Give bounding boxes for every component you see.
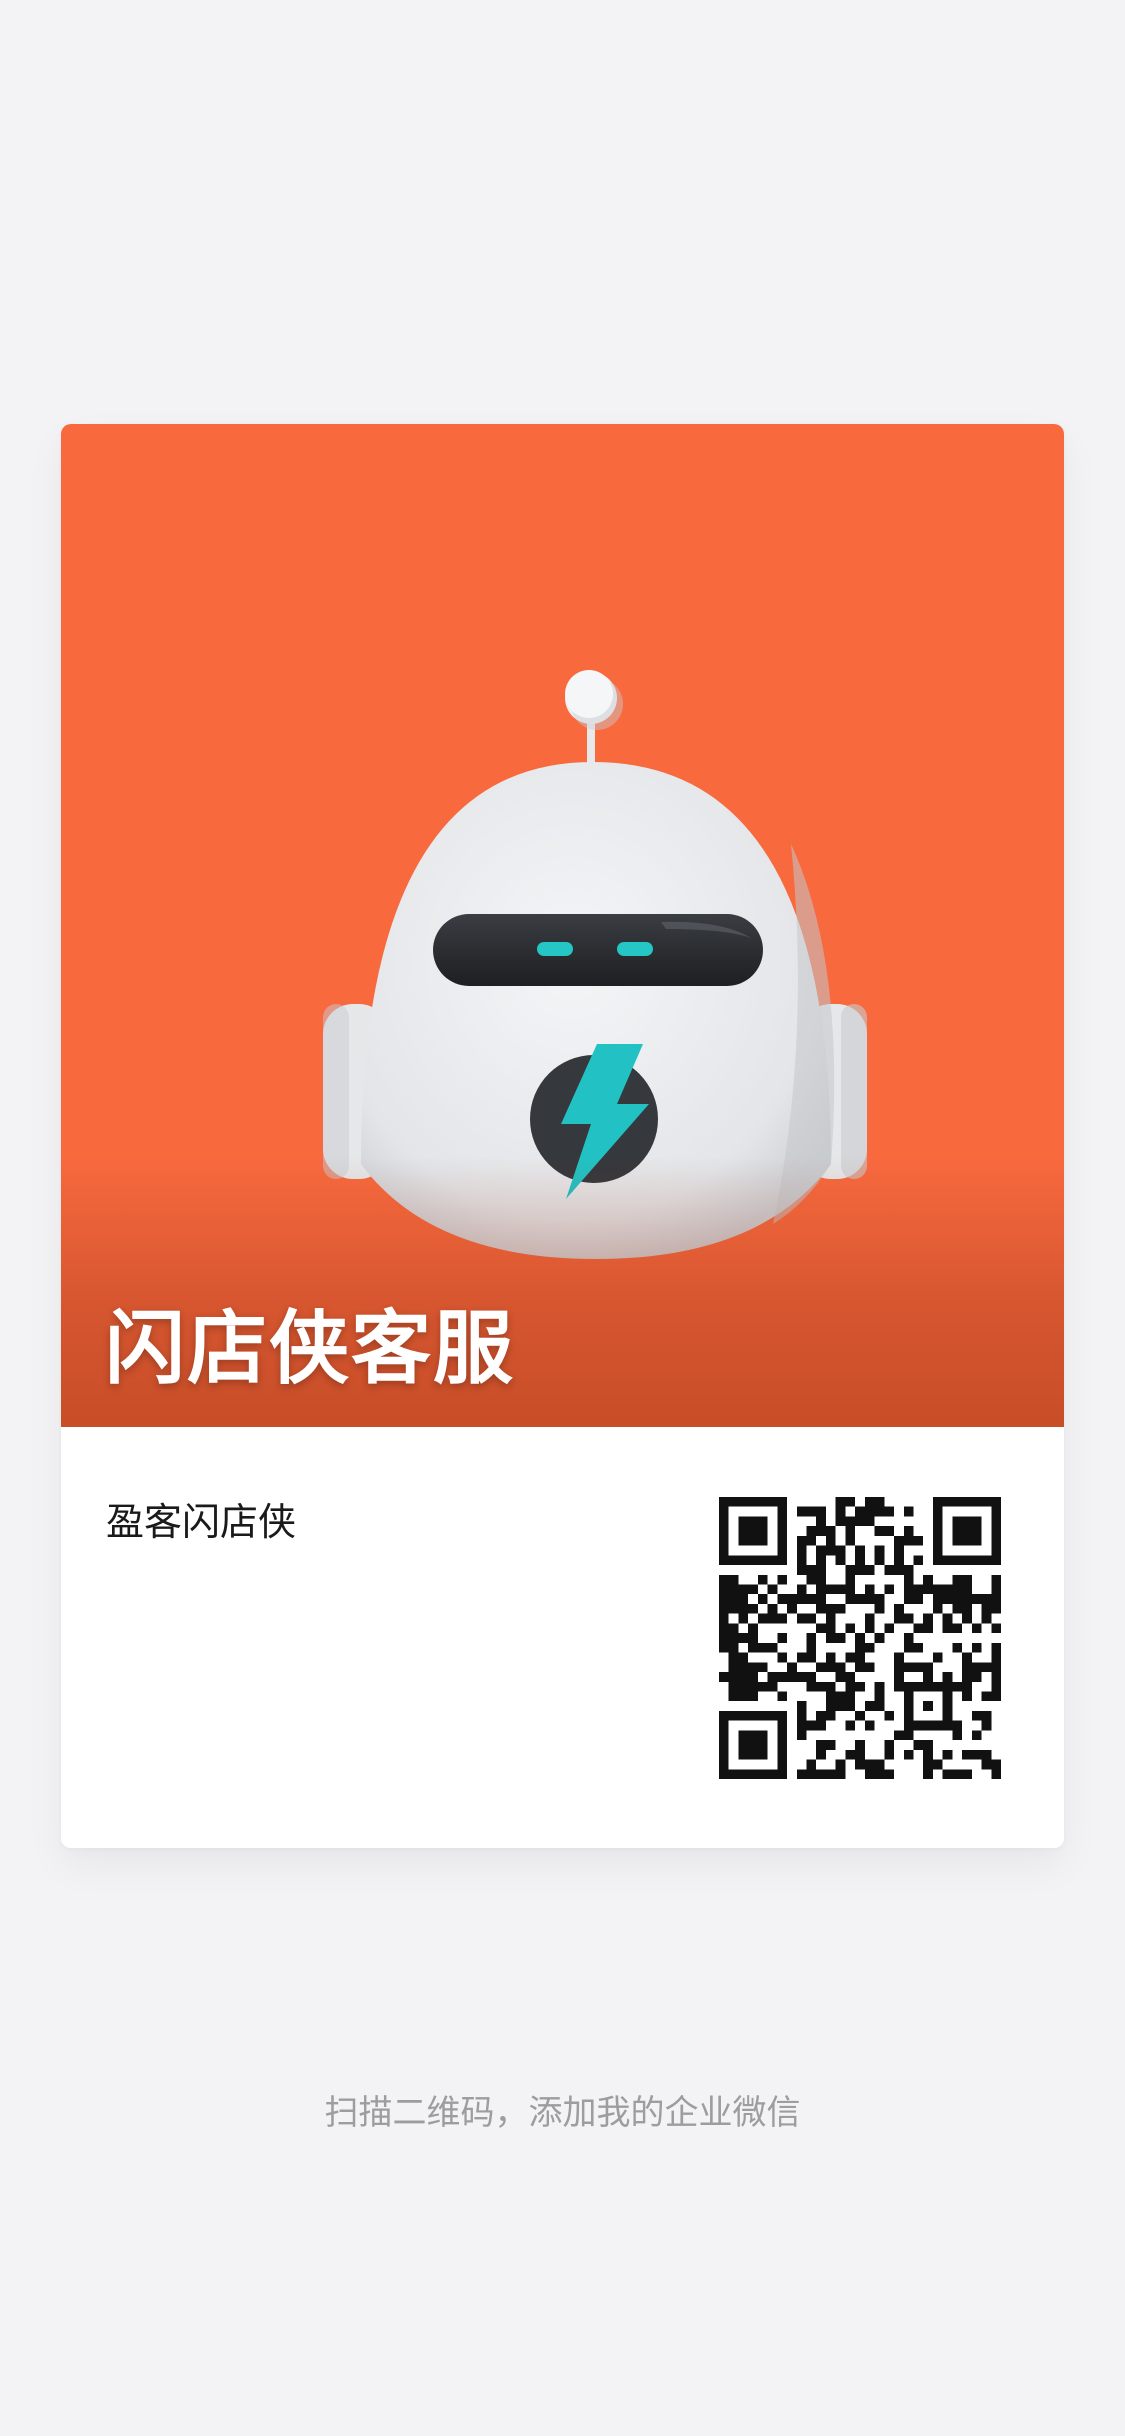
card-banner: 闪店侠客服 — [61, 424, 1064, 1427]
wecom-qr-code[interactable] — [719, 1497, 1001, 1779]
card-info: 盈客闪店侠 — [61, 1427, 1064, 1848]
contact-card-page: 闪店侠客服 盈客闪店侠 扫描二维码，添加我的企业微信 — [0, 0, 1125, 2436]
scan-hint-text: 扫描二维码，添加我的企业微信 — [324, 2093, 801, 2133]
company-name: 盈客闪店侠 — [106, 1500, 297, 1544]
contact-card: 闪店侠客服 盈客闪店侠 — [61, 424, 1064, 1848]
banner-title: 闪店侠客服 — [105, 1302, 515, 1395]
